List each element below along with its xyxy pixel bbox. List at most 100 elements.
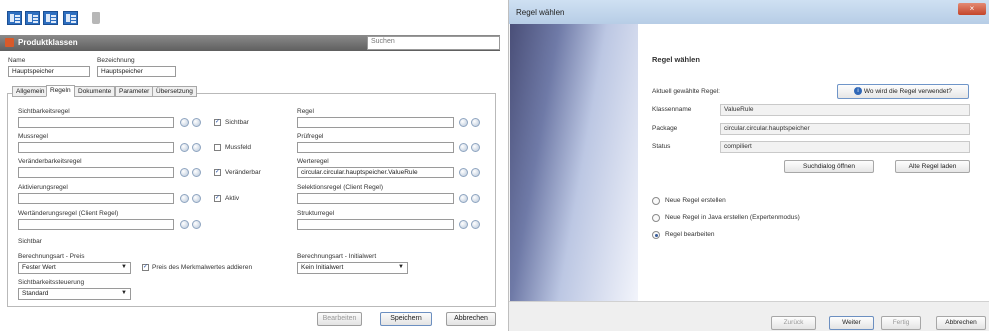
status-field: compiliert (720, 141, 970, 153)
preis-addieren-label: Preis des Merkmalwertes addieren (152, 264, 253, 271)
edit-rule-icon[interactable] (459, 143, 468, 152)
zurueck-button[interactable]: Zurück (771, 316, 816, 330)
trash-icon[interactable] (92, 12, 100, 24)
package-label: Package (652, 125, 678, 132)
edit-rule-icon[interactable] (459, 194, 468, 203)
suchdialog-button[interactable]: Suchdialog öffnen (784, 160, 874, 173)
dialog-heading: Regel wählen (652, 55, 700, 64)
sichtbar-section-label: Sichtbar (18, 238, 42, 245)
edit-rule-icon[interactable] (180, 143, 189, 152)
produktklassen-panel: Produktklassen Suchen Name Hauptspeicher… (0, 0, 500, 331)
mussregel-field[interactable] (18, 142, 174, 153)
info-icon: i (854, 87, 863, 96)
preis-select[interactable]: Fester Wert ▼ (18, 262, 131, 274)
bearbeiten-button[interactable]: Bearbeiten (317, 312, 362, 326)
steuerung-select[interactable]: Standard ▼ (18, 288, 131, 300)
abbrechen-button[interactable]: Abbrechen (446, 312, 496, 326)
strukturregel-field[interactable] (297, 219, 454, 230)
bezeichnung-label: Bezeichnung (97, 57, 135, 64)
veraenderbarkeitsregel-label: Veränderbarkeitsregel (18, 158, 82, 165)
neue-regel-radio[interactable] (652, 197, 660, 205)
speichern-button[interactable]: Speichern (380, 312, 432, 326)
sichtbarkeitssteuerung-label: Sichtbarkeitssteuerung (18, 279, 85, 286)
regel-label: Regel (297, 108, 314, 115)
initialwert-select-value: Kein Initialwert (301, 264, 344, 271)
edit-rule-icon[interactable] (180, 168, 189, 177)
search-rule-icon[interactable] (471, 143, 480, 152)
regel-bearbeiten-label: Regel bearbeiten (665, 231, 715, 238)
search-rule-icon[interactable] (192, 220, 201, 229)
search-rule-icon[interactable] (192, 194, 201, 203)
edit-rule-icon[interactable] (459, 220, 468, 229)
mussfeld-checkbox[interactable] (214, 144, 221, 151)
initialwert-select[interactable]: Kein Initialwert ▼ (297, 262, 408, 274)
selektionsregel-field[interactable] (297, 193, 454, 204)
veraenderbar-label: Veränderbar (225, 169, 261, 176)
search-rule-icon[interactable] (192, 168, 201, 177)
edit-rule-icon[interactable] (459, 168, 468, 177)
sichtbarkeitsregel-field[interactable] (18, 117, 174, 128)
search-rule-icon[interactable] (192, 118, 201, 127)
detail-view-icon[interactable] (25, 11, 40, 25)
search-rule-icon[interactable] (192, 143, 201, 152)
list-view-icon[interactable] (7, 11, 22, 25)
bezeichnung-field[interactable]: Hauptspeicher (97, 66, 176, 77)
search-rule-icon[interactable] (471, 118, 480, 127)
package-field: circular.circular.hauptspeicher (720, 123, 970, 135)
wertaenderungsregel-field[interactable] (18, 219, 174, 230)
weiter-button[interactable]: Weiter (829, 316, 874, 330)
sichtbarkeitsregel-label: Sichtbarkeitsregel (18, 108, 70, 115)
veraenderbarkeitsregel-field[interactable] (18, 167, 174, 178)
split-view-icon[interactable] (43, 11, 58, 25)
product-class-icon (5, 38, 14, 47)
edit-rule-icon[interactable] (180, 194, 189, 203)
klassenname-label: Klassenname (652, 106, 692, 113)
search-input[interactable]: Suchen (367, 36, 500, 50)
chevron-down-icon: ▼ (121, 290, 127, 296)
edit-rule-icon[interactable] (180, 118, 189, 127)
sichtbar-checkbox[interactable]: ✓ (214, 119, 221, 126)
chevron-down-icon: ▼ (398, 264, 404, 270)
neue-java-regel-label: Neue Regel in Java erstellen (Expertenmo… (665, 214, 800, 221)
tab-parameter[interactable]: Parameter (115, 86, 154, 97)
regel-waehlen-dialog: Regel wählen × Regel wählen Aktuell gewä… (508, 0, 989, 331)
name-field[interactable]: Hauptspeicher (8, 66, 90, 77)
tab-uebersetzung[interactable]: Übersetzung (152, 86, 197, 97)
wo-verwendet-button[interactable]: i Wo wird die Regel verwendet? (837, 84, 969, 99)
window-titlebar (509, 0, 989, 24)
klassenname-field: ValueRule (720, 104, 970, 116)
regel-field[interactable] (297, 117, 454, 128)
search-rule-icon[interactable] (471, 168, 480, 177)
regel-bearbeiten-radio[interactable] (652, 231, 660, 239)
wertaenderungsregel-label: Wertänderungsregel (Client Regel) (18, 210, 119, 217)
preis-addieren-checkbox[interactable]: ✓ (142, 264, 149, 271)
search-rule-icon[interactable] (471, 220, 480, 229)
panel-title: Produktklassen (18, 38, 78, 47)
tab-allgemein[interactable]: Allgemein (12, 86, 49, 97)
edit-rule-icon[interactable] (459, 118, 468, 127)
aktiv-checkbox[interactable]: ✓ (214, 195, 221, 202)
werteregel-field[interactable]: circular.circular.hauptspeicher.ValueRul… (297, 167, 454, 178)
pruefregel-field[interactable] (297, 142, 454, 153)
neue-java-regel-radio[interactable] (652, 214, 660, 222)
strukturregel-label: Strukturregel (297, 210, 335, 217)
selektionsregel-label: Selektionsregel (Client Regel) (297, 184, 383, 191)
edit-rule-icon[interactable] (180, 220, 189, 229)
tab-regeln[interactable]: Regeln (46, 85, 75, 97)
name-label: Name (8, 57, 26, 64)
fertig-button[interactable]: Fertig (881, 316, 921, 330)
search-rule-icon[interactable] (471, 194, 480, 203)
aktivierungsregel-field[interactable] (18, 193, 174, 204)
veraenderbar-checkbox[interactable]: ✓ (214, 169, 221, 176)
close-button[interactable]: × (958, 3, 986, 15)
table-view-icon[interactable] (63, 11, 78, 25)
tab-dokumente[interactable]: Dokumente (74, 86, 116, 97)
status-label: Status (652, 143, 671, 150)
neue-regel-label: Neue Regel erstellen (665, 197, 726, 204)
mussfeld-label: Mussfeld (225, 144, 252, 151)
werteregel-label: Werteregel (297, 158, 329, 165)
alte-regel-button[interactable]: Alte Regel laden (895, 160, 970, 173)
abbrechen-button[interactable]: Abbrechen (936, 316, 986, 330)
aktivierungsregel-label: Aktivierungsregel (18, 184, 68, 191)
sichtbar-label: Sichtbar (225, 119, 249, 126)
